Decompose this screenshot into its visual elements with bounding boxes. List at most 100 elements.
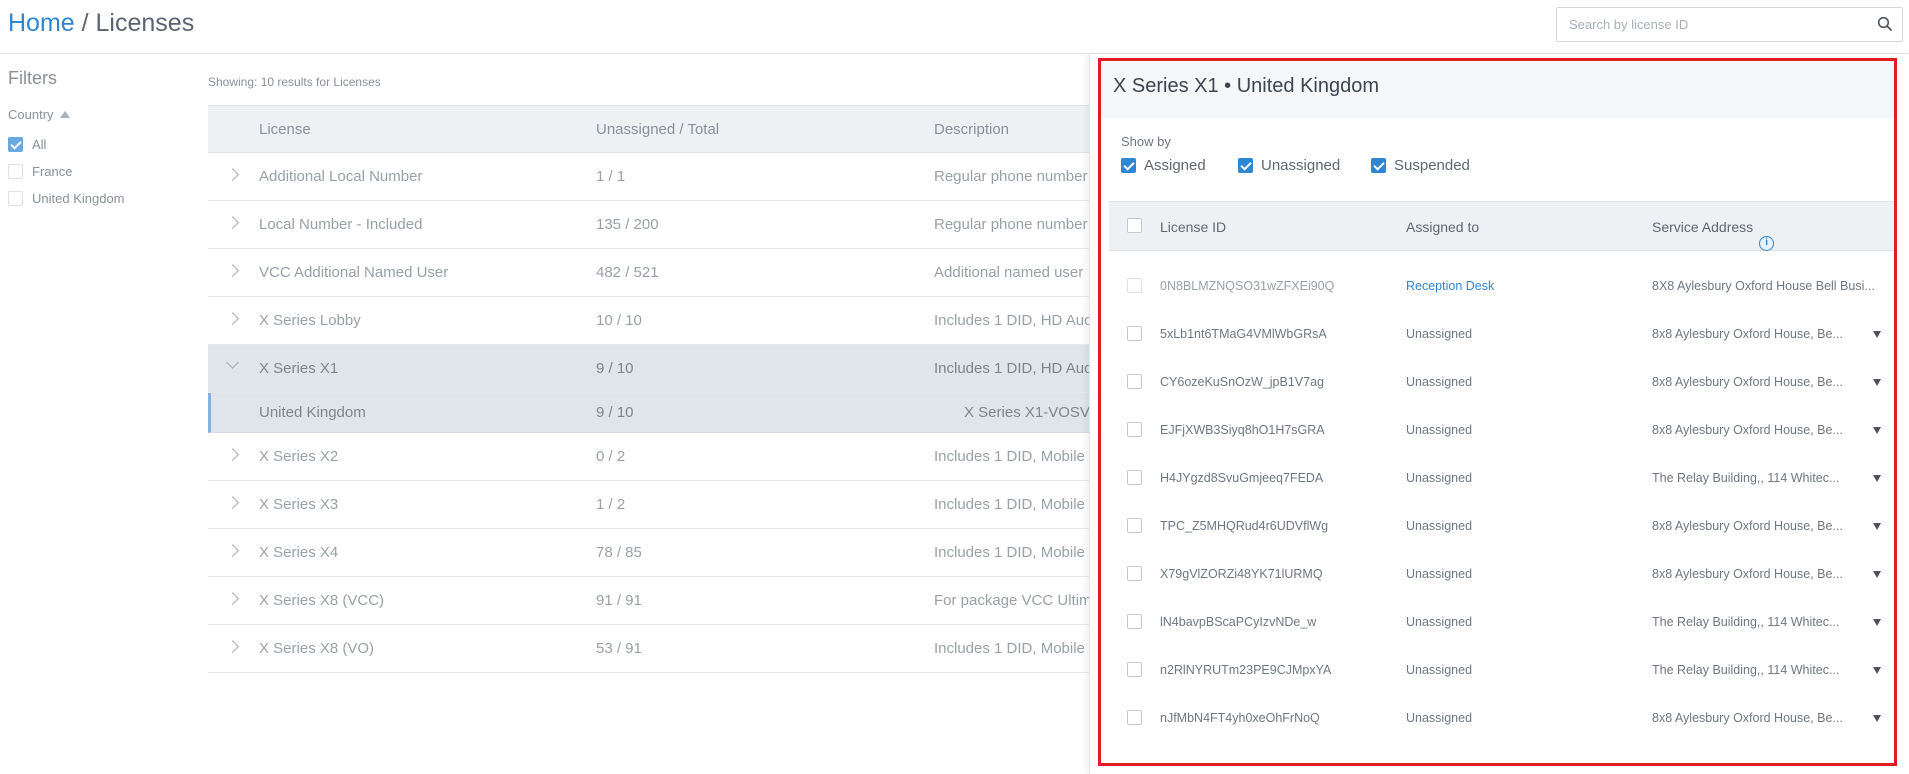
checkbox[interactable]: [1121, 158, 1136, 173]
chevron-right-icon[interactable]: [226, 640, 239, 653]
table-row[interactable]: Local Number - Included 135 / 200 Regula…: [208, 201, 1093, 249]
chevron-right-icon[interactable]: [226, 168, 239, 181]
table-row[interactable]: X Series X3 1 / 2 Includes 1 DID, Mobile: [208, 481, 1093, 529]
table-subrow-country[interactable]: United Kingdom 9 / 10 X Series X1-VOSV: [208, 393, 1093, 433]
show-by-unassigned[interactable]: Unassigned: [1238, 157, 1340, 174]
assigned-to: Unassigned: [1406, 615, 1473, 629]
license-name: X Series X4: [259, 544, 339, 561]
filter-option-label: France: [32, 163, 73, 179]
table-row[interactable]: X Series X2 0 / 2 Includes 1 DID, Mobile: [208, 433, 1093, 481]
row-checkbox[interactable]: [1127, 470, 1142, 485]
chevron-down-icon[interactable]: [226, 356, 239, 369]
dropdown-arrow-icon[interactable]: [1873, 523, 1881, 530]
search-input[interactable]: [1557, 8, 1867, 41]
checkbox[interactable]: [8, 136, 23, 152]
table-row-expanded[interactable]: X Series X1 9 / 10 Includes 1 DID, HD Au…: [208, 345, 1093, 393]
license-row: 5xLb1nt6TMaG4VMlWbGRsA Unassigned 8x8 Ay…: [1109, 310, 1894, 358]
checkbox[interactable]: [1238, 158, 1253, 173]
table-row[interactable]: Additional Local Number 1 / 1 Regular ph…: [208, 153, 1093, 201]
subrow-description: X Series X1-VOSV: [964, 404, 1090, 421]
select-all-checkbox[interactable]: [1127, 218, 1142, 233]
license-id: nJfMbN4FT4yh0xeOhFrNoQ: [1160, 711, 1320, 725]
info-icon[interactable]: i: [1759, 236, 1775, 251]
country-filter-header[interactable]: Country: [8, 107, 70, 122]
chevron-right-icon[interactable]: [226, 544, 239, 557]
license-row: H4JYgzd8SvuGmjeeq7FEDA Unassigned The Re…: [1109, 454, 1894, 502]
row-checkbox[interactable]: [1127, 662, 1142, 677]
chevron-right-icon[interactable]: [226, 264, 239, 277]
column-header-service-address: Service Address i: [1652, 219, 1775, 251]
column-header-count[interactable]: Unassigned / Total: [596, 121, 719, 138]
license-count: 78 / 85: [596, 544, 642, 561]
row-checkbox[interactable]: [1127, 710, 1142, 725]
breadcrumb-home-link[interactable]: Home: [8, 9, 75, 37]
row-checkbox[interactable]: [1127, 518, 1142, 533]
column-header-license[interactable]: License: [259, 121, 311, 138]
license-count: 9 / 10: [596, 360, 634, 377]
table-row[interactable]: X Series X8 (VO) 53 / 91 Includes 1 DID,…: [208, 625, 1093, 673]
filter-option-united-kingdom[interactable]: United Kingdom: [8, 190, 125, 206]
license-count: 1 / 2: [596, 496, 626, 513]
license-description: Includes 1 DID, Mobile: [934, 640, 1085, 657]
dropdown-arrow-icon[interactable]: [1873, 331, 1881, 338]
license-id-table-header: License ID Assigned to Service Address i: [1109, 201, 1894, 251]
license-name: X Series X2: [259, 448, 339, 465]
dropdown-arrow-icon[interactable]: [1873, 571, 1881, 578]
dropdown-arrow-icon[interactable]: [1873, 667, 1881, 674]
license-row: CY6ozeKuSnOzW_jpB1V7ag Unassigned 8x8 Ay…: [1109, 358, 1894, 406]
table-row[interactable]: X Series X8 (VCC) 91 / 91 For package VC…: [208, 577, 1093, 625]
show-by-suspended[interactable]: Suspended: [1371, 157, 1470, 174]
checkbox[interactable]: [8, 190, 23, 206]
chevron-right-icon[interactable]: [226, 312, 239, 325]
licenses-table: License Unassigned / Total Description A…: [208, 105, 1093, 673]
checkbox[interactable]: [8, 163, 23, 179]
chevron-right-icon[interactable]: [226, 448, 239, 461]
row-checkbox[interactable]: [1127, 374, 1142, 389]
search-icon[interactable]: [1877, 16, 1893, 32]
assigned-to: Unassigned: [1406, 519, 1473, 533]
table-row[interactable]: X Series X4 78 / 85 Includes 1 DID, Mobi…: [208, 529, 1093, 577]
search-box: [1556, 7, 1903, 42]
service-address: 8x8 Aylesbury Oxford House, Be...: [1652, 327, 1843, 341]
license-id: EJFjXWB3Siyq8hO1H7sGRA: [1160, 423, 1325, 437]
chevron-right-icon[interactable]: [226, 592, 239, 605]
service-address: 8x8 Aylesbury Oxford House, Be...: [1652, 423, 1843, 437]
row-checkbox[interactable]: [1127, 278, 1142, 293]
row-checkbox[interactable]: [1127, 422, 1142, 437]
table-row[interactable]: VCC Additional Named User 482 / 521 Addi…: [208, 249, 1093, 297]
breadcrumb-separator: /: [74, 9, 96, 37]
table-row[interactable]: X Series Lobby 10 / 10 Includes 1 DID, H…: [208, 297, 1093, 345]
dropdown-arrow-icon[interactable]: [1873, 379, 1881, 386]
row-checkbox[interactable]: [1127, 614, 1142, 629]
assigned-to: Unassigned: [1406, 327, 1473, 341]
filter-option-all[interactable]: All: [8, 136, 46, 152]
license-count: 482 / 521: [596, 264, 659, 281]
license-name: X Series X8 (VO): [259, 640, 375, 657]
service-address: 8x8 Aylesbury Oxford House, Be...: [1652, 567, 1843, 581]
license-count: 1 / 1: [596, 168, 626, 185]
license-row: n2RlNYRUTm23PE9CJMpxYA Unassigned The Re…: [1109, 646, 1894, 694]
column-header-description[interactable]: Description: [934, 121, 1009, 138]
chevron-right-icon[interactable]: [226, 216, 239, 229]
license-name: X Series X1: [259, 360, 339, 377]
show-by-assigned[interactable]: Assigned: [1121, 157, 1206, 174]
row-checkbox[interactable]: [1127, 326, 1142, 341]
dropdown-arrow-icon[interactable]: [1873, 715, 1881, 722]
row-checkbox[interactable]: [1127, 566, 1142, 581]
license-description: Includes 1 DID, Mobile: [934, 544, 1085, 561]
license-id: TPC_Z5MHQRud4r6UDVflWg: [1160, 519, 1329, 533]
license-row: nJfMbN4FT4yh0xeOhFrNoQ Unassigned 8x8 Ay…: [1109, 694, 1894, 742]
checkbox[interactable]: [1371, 158, 1386, 173]
assigned-to: Unassigned: [1406, 567, 1473, 581]
assigned-to-link[interactable]: Reception Desk: [1406, 279, 1494, 293]
license-row: lN4bavpBScaPCyIzvNDe_w Unassigned The Re…: [1109, 598, 1894, 646]
license-id: 5xLb1nt6TMaG4VMlWbGRsA: [1160, 327, 1327, 341]
license-id: H4JYgzd8SvuGmjeeq7FEDA: [1160, 471, 1324, 485]
license-description: Additional named user: [934, 264, 1084, 281]
dropdown-arrow-icon[interactable]: [1873, 475, 1881, 482]
dropdown-arrow-icon[interactable]: [1873, 619, 1881, 626]
dropdown-arrow-icon[interactable]: [1873, 427, 1881, 434]
chevron-right-icon[interactable]: [226, 496, 239, 509]
filter-option-label: All: [32, 136, 47, 152]
filter-option-france[interactable]: France: [8, 163, 72, 179]
